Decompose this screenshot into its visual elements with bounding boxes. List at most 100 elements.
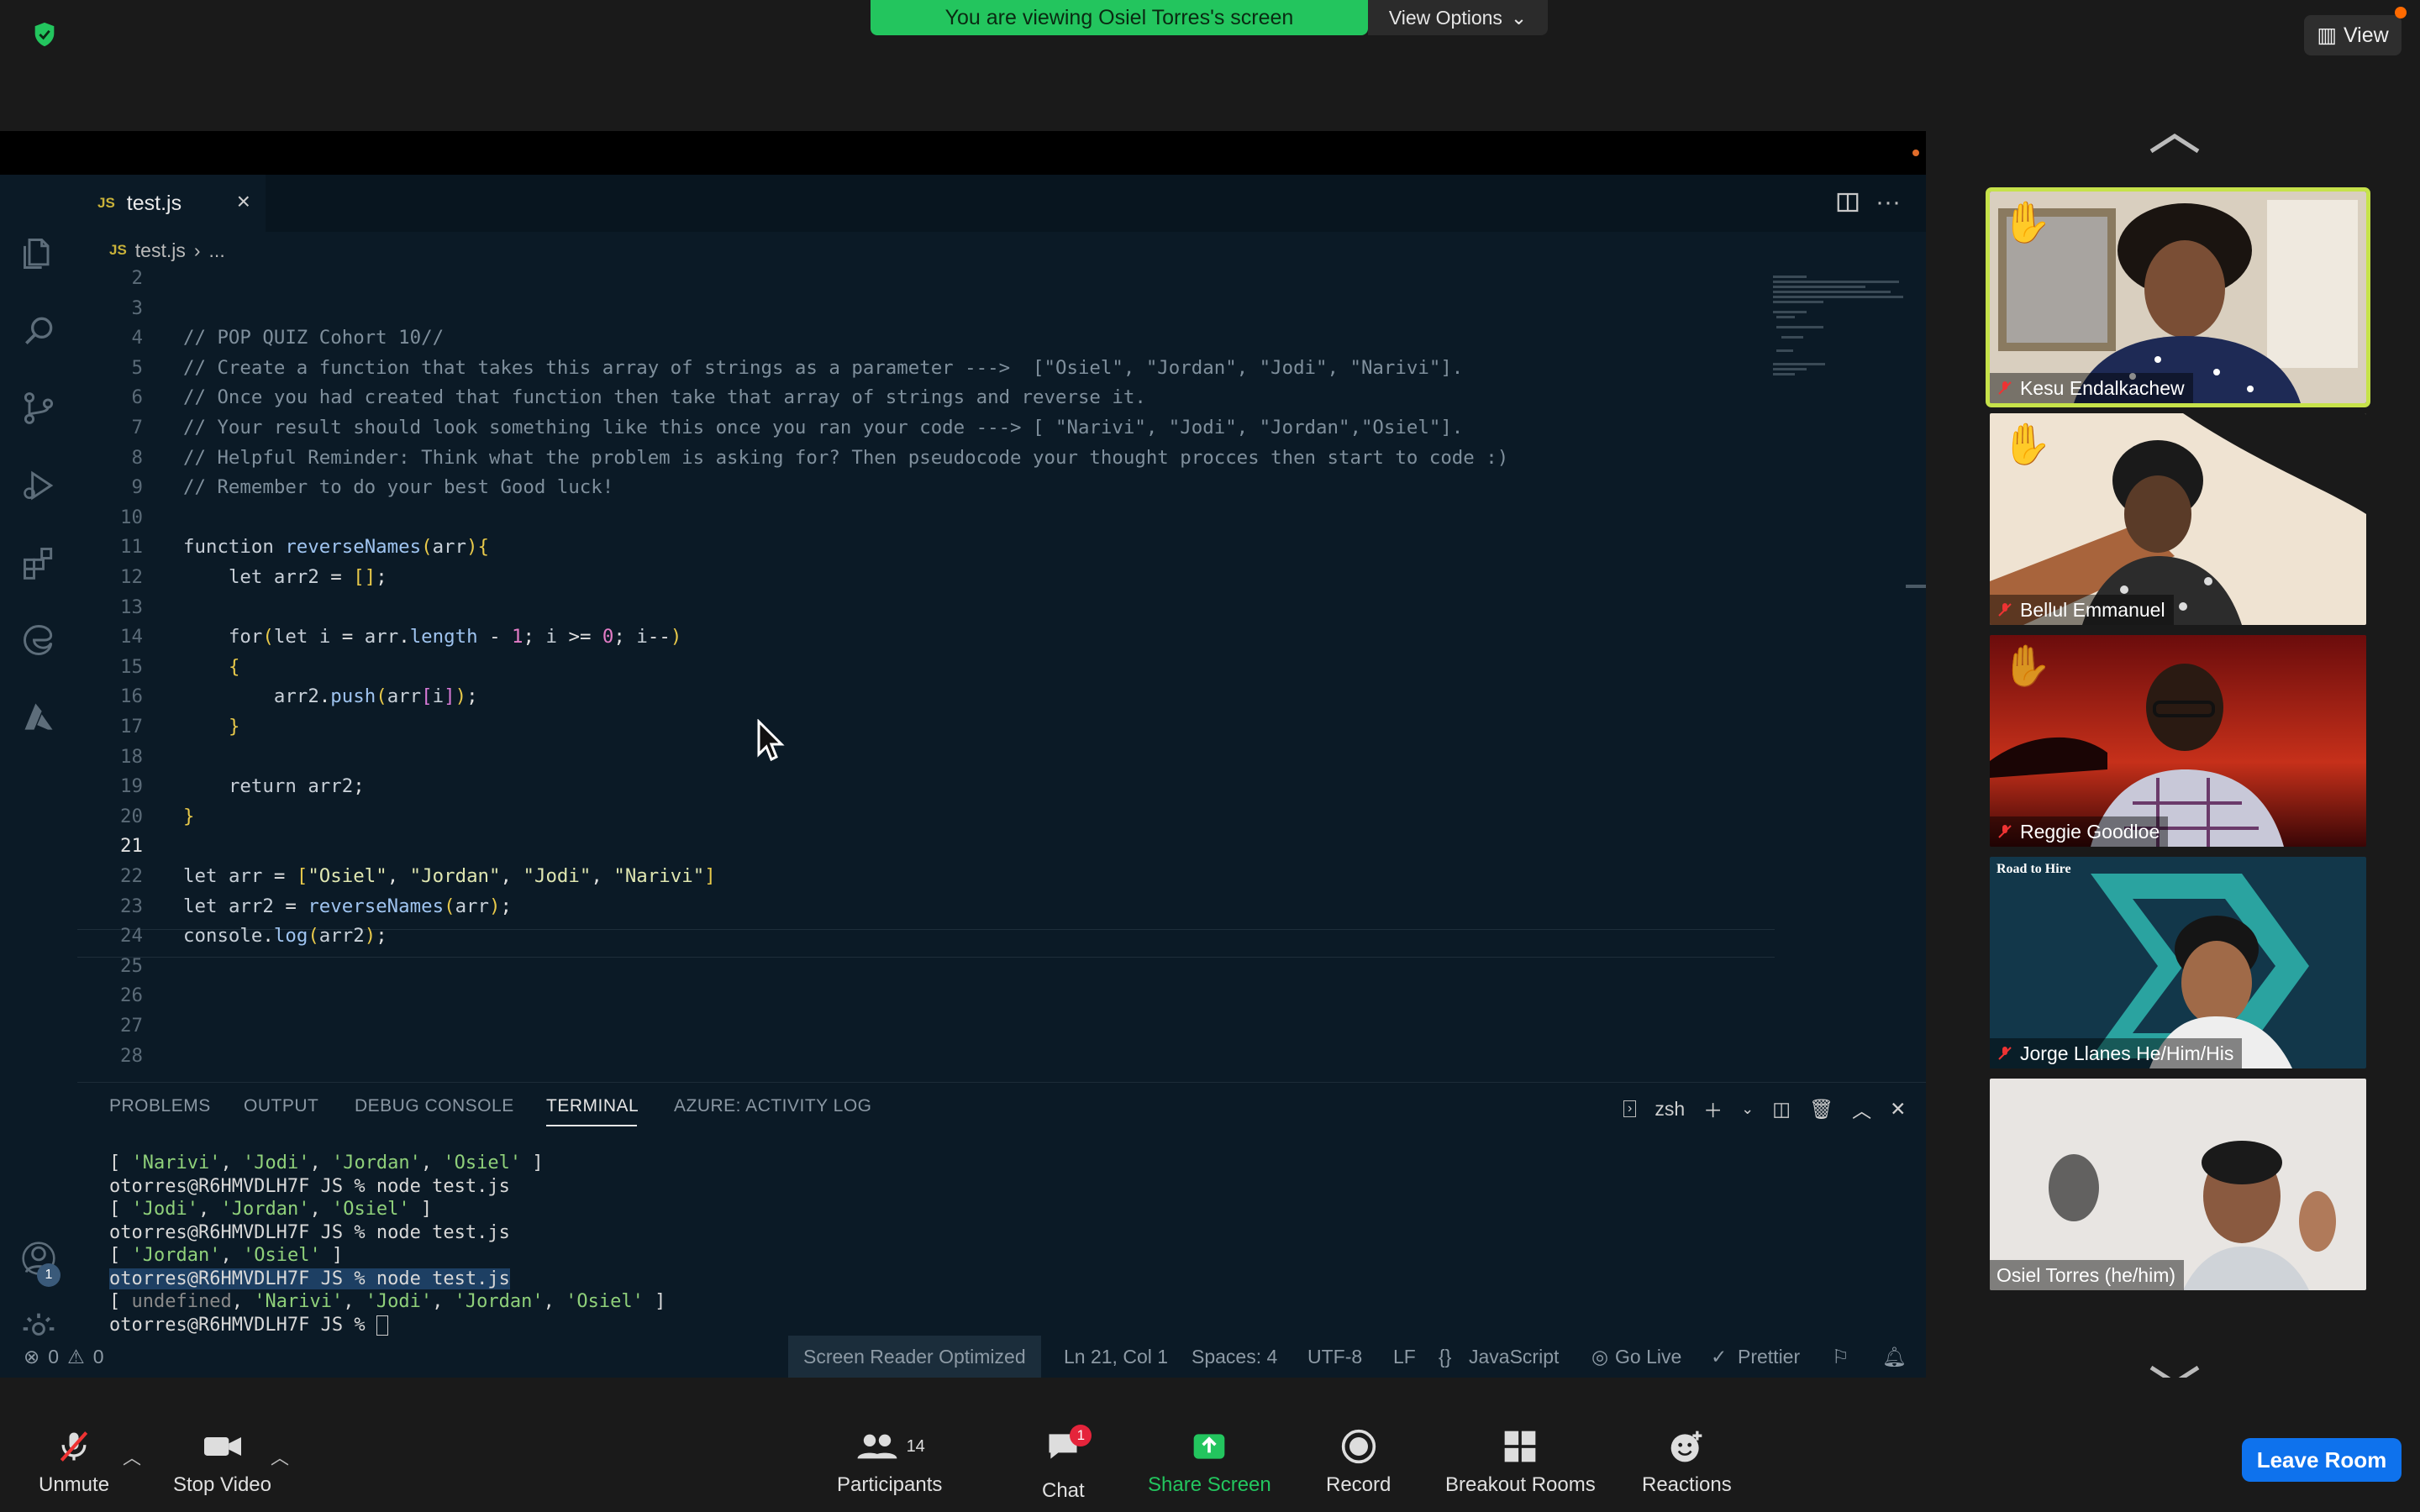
code-line[interactable]: 11 function reverseNames(arr){ xyxy=(77,533,1775,561)
problems-status[interactable]: ⊗ 0 ⚠ 0 xyxy=(24,1346,104,1368)
participant-tile[interactable]: Osiel Torres (he/him) xyxy=(1990,1079,2366,1290)
security-shield-icon[interactable] xyxy=(30,20,59,49)
edge-tools-icon[interactable] xyxy=(20,622,57,659)
muted-mic-icon xyxy=(1998,381,2012,395)
code-line[interactable]: 20} xyxy=(77,802,1775,831)
explorer-icon[interactable] xyxy=(20,235,57,272)
breadcrumb-symbols[interactable]: ... xyxy=(209,239,225,262)
tab-terminal[interactable]: TERMINAL xyxy=(546,1096,639,1116)
close-panel-icon[interactable]: ✕ xyxy=(1890,1098,1906,1121)
line-number: 3 xyxy=(131,297,143,319)
cursor-position[interactable]: Ln 21, Col 1 xyxy=(1064,1346,1168,1368)
split-terminal-icon[interactable]: ◫ xyxy=(1772,1098,1791,1121)
line-number: 27 xyxy=(120,1015,143,1037)
indentation-status[interactable]: Spaces: 4 xyxy=(1192,1346,1277,1368)
terminal-shell-label[interactable]: zsh xyxy=(1655,1098,1685,1121)
code-line[interactable]: 6 // Once you had created that function t… xyxy=(77,383,1775,412)
minimap[interactable] xyxy=(1773,269,1907,1075)
code-line[interactable]: 7 // Your result should look something li… xyxy=(77,413,1775,442)
code-line[interactable]: 19 return arr2; xyxy=(77,772,1775,801)
reactions-button[interactable]: Reactions xyxy=(1642,1428,1732,1497)
code-line[interactable]: 17 } xyxy=(77,712,1775,741)
azure-icon[interactable] xyxy=(20,699,57,736)
view-button-label: View xyxy=(2343,23,2389,47)
active-tab-indicator xyxy=(546,1125,637,1126)
code-line[interactable]: 21 xyxy=(77,832,1775,860)
participant-tile[interactable]: ✋ Kesu Endalkachew xyxy=(1986,187,2370,407)
new-terminal-icon[interactable]: ＋ xyxy=(1703,1095,1723,1123)
breadcrumb-file[interactable]: test.js xyxy=(135,239,186,262)
code-line[interactable]: 18 xyxy=(77,743,1775,771)
view-options-button[interactable]: View Options ⌄ xyxy=(1368,0,1548,35)
tab-output[interactable]: OUTPUT xyxy=(244,1096,318,1116)
code-line[interactable]: 12 let arr2 = []; xyxy=(77,563,1775,591)
code-line[interactable]: 23 let arr2 = reverseNames(arr); xyxy=(77,892,1775,921)
breakout-rooms-icon xyxy=(1505,1431,1536,1462)
code-line[interactable]: 26 xyxy=(77,981,1775,1010)
muted-mic-icon xyxy=(60,1431,88,1462)
notifications-bell-icon[interactable]: 🔔︎ xyxy=(1882,1346,1907,1368)
tab-problems[interactable]: PROBLEMS xyxy=(109,1096,211,1116)
view-button[interactable]: ▥ View xyxy=(2304,15,2402,55)
code-line[interactable]: 3 xyxy=(77,294,1775,323)
chat-button[interactable]: 1 Chat xyxy=(1042,1425,1092,1503)
participant-tile[interactable]: Road to Hire Jorge Llanes He/Him/His xyxy=(1990,857,2366,1068)
participant-tile[interactable]: ✋ Bellul Emmanuel xyxy=(1990,413,2366,625)
code-line[interactable]: 28 xyxy=(77,1042,1775,1070)
tab-azure-activity-log[interactable]: AZURE: ACTIVITY LOG xyxy=(674,1096,872,1116)
feedback-icon[interactable]: ⚐ xyxy=(1832,1346,1849,1368)
code-line[interactable]: 29 xyxy=(77,1071,1775,1075)
code-line[interactable]: 5 // Create a function that takes this ar… xyxy=(77,354,1775,382)
code-line[interactable]: 24 console.log(arr2); xyxy=(77,921,1775,950)
share-screen-button[interactable]: Share Screen xyxy=(1148,1428,1271,1497)
code-editor[interactable]: 2 3 4// POP QUIZ Cohort 10//5// Create a f… xyxy=(77,269,1926,1075)
terminal-output[interactable]: [ 'Narivi', 'Jodi', 'Jordan', 'Osiel' ] o… xyxy=(109,1152,666,1336)
line-number: 6 xyxy=(131,386,143,409)
tab-test-js[interactable]: JS test.js × xyxy=(77,175,266,232)
code-line[interactable]: 2 xyxy=(77,269,1775,292)
go-live-button[interactable]: Go Live xyxy=(1615,1346,1681,1368)
encoding-status[interactable]: UTF-8 xyxy=(1307,1346,1362,1368)
chevron-up-icon[interactable]: ︿ xyxy=(123,1443,141,1470)
chevron-down-icon[interactable]: ⌄ xyxy=(1741,1100,1754,1118)
split-editor-icon[interactable] xyxy=(1835,190,1860,215)
source-control-icon[interactable] xyxy=(20,390,57,427)
code-line[interactable]: 16 arr2.push(arr[i]); xyxy=(77,682,1775,711)
line-number: 9 xyxy=(131,476,143,499)
line-number: 7 xyxy=(131,417,143,438)
editor-scrollbar[interactable] xyxy=(1906,585,1926,588)
tab-debug-console[interactable]: DEBUG CONSOLE xyxy=(355,1096,514,1116)
code-line[interactable]: 22 let arr = ["Osiel", "Jordan", "Jodi", … xyxy=(77,862,1775,890)
participant-tile[interactable]: ✋ Reggie Goodloe xyxy=(1990,635,2366,847)
search-icon[interactable] xyxy=(20,312,57,349)
record-button[interactable]: Record xyxy=(1326,1428,1391,1497)
raised-hand-icon: ✋ xyxy=(2002,423,2052,467)
chevron-up-icon[interactable]: ︿ xyxy=(271,1443,289,1470)
run-debug-icon[interactable] xyxy=(20,467,57,504)
more-actions-icon[interactable]: ··· xyxy=(1876,190,1901,215)
language-status[interactable]: JavaScript xyxy=(1469,1346,1559,1368)
breakout-rooms-button[interactable]: Breakout Rooms xyxy=(1445,1428,1596,1497)
close-icon[interactable]: × xyxy=(237,190,250,213)
prettier-status[interactable]: Prettier xyxy=(1738,1346,1800,1368)
code-line[interactable]: 8 // Helpful Reminder: Think what the pro… xyxy=(77,444,1775,472)
code-line[interactable]: 25 xyxy=(77,952,1775,980)
chevron-up-icon[interactable] xyxy=(2148,131,2202,155)
code-line[interactable]: 9 // Remember to do your best Good luck! xyxy=(77,473,1775,501)
code-line[interactable]: 4 // POP QUIZ Cohort 10// xyxy=(77,323,1775,352)
code-line[interactable]: 15 { xyxy=(77,653,1775,681)
stop-video-button[interactable]: Stop Video xyxy=(173,1428,271,1497)
eol-status[interactable]: LF xyxy=(1393,1346,1416,1368)
code-line[interactable]: 10 xyxy=(77,503,1775,532)
code-line[interactable]: 27 xyxy=(77,1011,1775,1040)
unmute-button[interactable]: Unmute xyxy=(39,1428,109,1497)
line-number: 16 xyxy=(120,685,143,708)
code-line[interactable]: 13 xyxy=(77,593,1775,622)
maximize-panel-icon[interactable]: ︿ xyxy=(1852,1095,1871,1123)
screen-reader-status[interactable]: Screen Reader Optimized xyxy=(788,1336,1041,1378)
extensions-icon[interactable] xyxy=(20,544,57,581)
trash-icon[interactable]: 🗑 xyxy=(1809,1098,1833,1121)
participants-button[interactable]: 14 Participants xyxy=(837,1428,942,1497)
code-line[interactable]: 14 for(let i = arr.length - 1; i >= 0; i… xyxy=(77,622,1775,651)
leave-room-button[interactable]: Leave Room xyxy=(2242,1438,2402,1482)
